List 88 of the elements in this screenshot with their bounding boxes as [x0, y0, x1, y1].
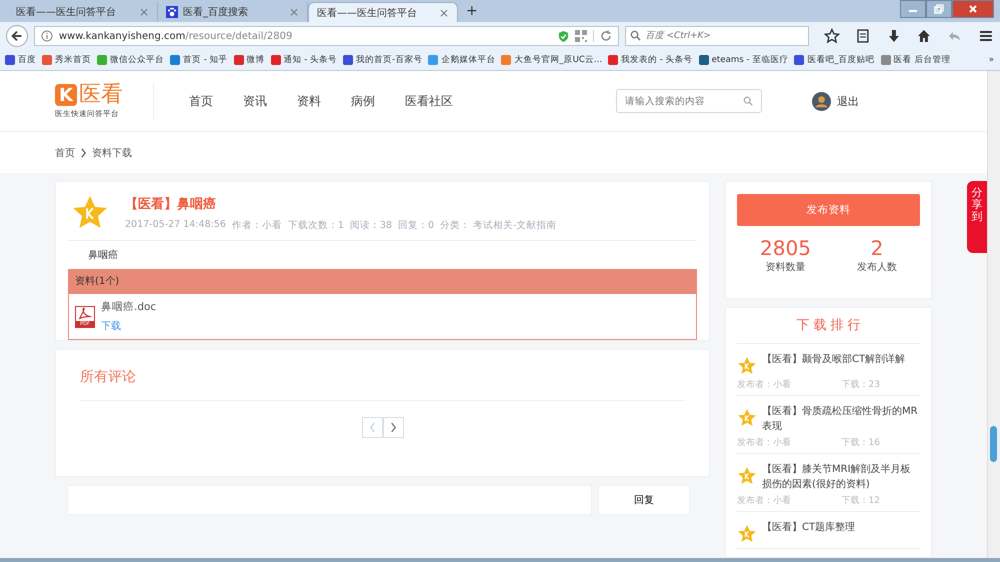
bookmark-star-icon[interactable] — [824, 28, 840, 44]
publisher-text: 发布者：小看 — [737, 494, 791, 507]
publisher-text: 发布者：小看 — [737, 436, 791, 449]
new-tab-button[interactable]: + — [458, 3, 486, 22]
breadcrumb-link[interactable]: 首页 — [55, 146, 75, 160]
stat-value: 2805 — [760, 236, 811, 260]
browser-tab[interactable]: 医看——医生问答平台 × — [308, 2, 458, 22]
download-count: 下载次数：1 — [288, 218, 344, 232]
more-bookmarks-button[interactable]: » — [988, 55, 1000, 65]
stat-label: 发布人数 — [856, 261, 897, 274]
breadcrumb-current: 资料下载 — [92, 146, 132, 160]
article-title: 【医看】鼻咽癌 — [125, 196, 217, 212]
avatar[interactable] — [812, 92, 831, 111]
star-icon — [737, 356, 757, 376]
download-count: 下载：16 — [842, 436, 880, 449]
comments-title: 所有评论 — [80, 368, 685, 401]
star-icon — [737, 524, 757, 544]
shield-icon — [558, 30, 569, 42]
nav-link[interactable]: 资料 — [297, 92, 321, 110]
bookmark-item[interactable]: 通知 - 头条号 — [270, 54, 338, 66]
logo-text: 医看 — [79, 83, 123, 108]
scrollbar[interactable] — [987, 71, 1000, 558]
bookmark-item[interactable]: 百度 — [5, 54, 36, 66]
ranking-item-link[interactable]: 【医看】膝关节MRI解剖及半月板损伤的因素(很好的资料) — [762, 462, 920, 492]
bookmark-item[interactable]: 我发表的 - 头条号 — [608, 54, 693, 66]
search-icon — [630, 30, 641, 41]
info-icon — [40, 30, 53, 42]
url-text: www.kankanyisheng.com/resource/detail/2809 — [58, 30, 294, 42]
logout-link[interactable]: 退出 — [837, 94, 859, 109]
search-icon — [743, 96, 753, 106]
logo-mark: K — [55, 84, 77, 106]
bookmark-item[interactable]: 我的首页-百家号 — [343, 54, 422, 66]
menu-icon[interactable] — [978, 28, 994, 44]
nav-link[interactable]: 病例 — [351, 92, 375, 110]
qr-code-icon[interactable] — [574, 30, 587, 42]
site-search-field[interactable]: 请输入搜索的内容 — [616, 89, 762, 114]
download-link[interactable]: 下载 — [101, 321, 121, 332]
minimize-button[interactable] — [900, 0, 926, 18]
close-icon — [968, 4, 978, 14]
bookmark-item[interactable]: 秀米首页 — [42, 54, 91, 66]
nav-link[interactable]: 医看社区 — [405, 92, 453, 110]
read-count: 阅读：38 — [350, 218, 392, 232]
ranking-title: 下 载 排 行 — [737, 316, 920, 344]
ranking-item-link[interactable]: 【医看】骨质疏松压缩性骨折的MR表现 — [762, 404, 920, 434]
bookmark-item[interactable]: 医看吧_百度贴吧 — [794, 54, 875, 66]
stat-value: 2 — [870, 236, 884, 260]
download-count: 下载：23 — [842, 378, 880, 391]
reply-count: 回复：0 — [398, 218, 434, 232]
stat-label: 资料数量 — [765, 260, 806, 274]
star-icon — [737, 408, 757, 428]
article-category: 分类： 考试相关-文献指南 — [440, 218, 557, 232]
download-count: 下载：12 — [842, 494, 880, 507]
files-header: 资料(1个) — [69, 270, 696, 294]
reload-button[interactable] — [592, 30, 612, 42]
article-date: 2017-05-27 14:48:56 — [125, 218, 226, 232]
reply-button[interactable]: 回复 — [598, 485, 690, 515]
article-author: 作者：小看 — [232, 218, 282, 232]
ranking-item-link[interactable]: 【医看】颞骨及喉部CT解剖详解 — [762, 352, 906, 367]
bookmark-item[interactable]: 微信公众平台 — [97, 54, 164, 66]
publisher-text: 发布者：小看 — [737, 378, 791, 391]
ranking-item-link[interactable]: 【医看】CT题库整理 — [762, 520, 856, 535]
share-tab[interactable]: 分享到 — [967, 181, 987, 253]
chevron-left-icon — [368, 422, 376, 433]
article-description: 鼻咽癌 — [87, 248, 119, 263]
address-bar[interactable]: www.kankanyisheng.com/resource/detail/2809 — [34, 26, 619, 46]
close-window-button[interactable] — [952, 0, 994, 18]
back-button[interactable] — [6, 25, 28, 47]
nav-link[interactable]: 资讯 — [243, 92, 267, 110]
bookmark-item[interactable]: 企鹅媒体平台 — [428, 54, 496, 66]
bookmark-item[interactable]: eteams - 至临医疗 — [698, 54, 788, 66]
search-field[interactable]: 百度 <Ctrl+K> — [624, 26, 809, 46]
file-name: 鼻咽癌.doc — [101, 300, 156, 314]
restore-button[interactable] — [926, 0, 952, 18]
bookmark-item[interactable]: 首页 - 知乎 — [170, 54, 228, 66]
close-tab-button[interactable]: × — [438, 6, 449, 20]
reading-list-icon[interactable] — [854, 28, 871, 44]
restore-icon — [934, 4, 944, 14]
bookmark-item[interactable]: 医看 后台管理 — [880, 54, 950, 66]
back-arrow-icon — [10, 29, 24, 43]
bookmark-item[interactable]: 大鱼号官网_原UC云... — [501, 54, 602, 66]
nav-link[interactable]: 首页 — [189, 92, 213, 110]
next-page-button[interactable] — [382, 417, 404, 438]
chevron-right-icon — [390, 422, 396, 433]
home-icon[interactable] — [916, 28, 932, 44]
chevron-icon — [80, 148, 87, 158]
paw-icon — [166, 6, 178, 18]
bookmark-item[interactable]: 微博 — [234, 54, 265, 66]
star-icon — [737, 466, 757, 486]
